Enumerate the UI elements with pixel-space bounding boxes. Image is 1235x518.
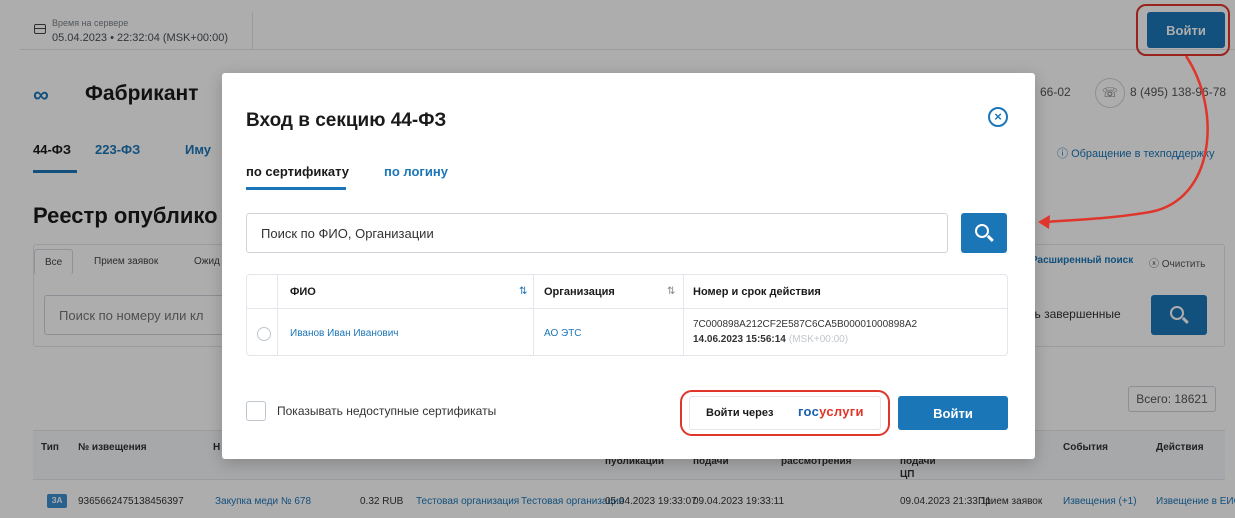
- login-modal: Вход в секцию 44-ФЗ × по сертификату по …: [222, 73, 1035, 459]
- show-unavailable-checkbox[interactable]: [246, 401, 266, 421]
- certificate-expiry: 14.06.2023 15:56:14 (MSK+00:00): [693, 334, 848, 345]
- sort-organization-icon[interactable]: ⇅: [667, 286, 675, 297]
- column-name[interactable]: ФИО: [290, 286, 316, 298]
- certificate-search-button[interactable]: [961, 213, 1007, 253]
- certificate-expiry-date: 14.06.2023 15:56:14: [693, 334, 786, 345]
- certificate-org-link[interactable]: АО ЭТС: [544, 328, 582, 339]
- certificate-number: 7C000898A212CF2E587C6CA5B00001000898A2: [693, 319, 918, 330]
- certificate-expiry-tz: (MSK+00:00): [788, 334, 849, 345]
- gosuslugi-logo-blue: гос: [798, 404, 820, 419]
- certificate-radio[interactable]: [257, 327, 271, 341]
- column-organization[interactable]: Организация: [544, 286, 615, 298]
- certificate-owner-link[interactable]: Иванов Иван Иванович: [290, 328, 399, 339]
- column-divider: [683, 275, 684, 355]
- submit-login-button[interactable]: Войти: [898, 396, 1008, 430]
- certificate-search-input[interactable]: [246, 213, 948, 253]
- gosuslugi-logo: госуслуги: [798, 404, 864, 419]
- gosuslugi-prefix: Войти через: [706, 407, 774, 419]
- tab-by-certificate[interactable]: по сертификату: [246, 164, 349, 179]
- active-modal-tab-underline: [246, 187, 346, 190]
- modal-title: Вход в секцию 44-ФЗ: [246, 110, 447, 131]
- close-icon[interactable]: ×: [988, 107, 1008, 127]
- certificate-table: ФИО ⇅ Организация ⇅ Номер и срок действи…: [246, 274, 1008, 356]
- certificate-table-header: ФИО ⇅ Организация ⇅ Номер и срок действи…: [247, 275, 1007, 309]
- column-divider: [533, 275, 534, 355]
- column-number-validity: Номер и срок действия: [693, 286, 821, 298]
- gosuslugi-logo-red: услуги: [819, 404, 864, 419]
- sort-name-icon[interactable]: ⇅: [519, 286, 527, 297]
- login-gosuslugi-button[interactable]: Войти через госуслуги: [689, 396, 881, 430]
- tab-by-login[interactable]: по логину: [384, 164, 448, 179]
- search-icon: [975, 224, 989, 238]
- show-unavailable-label: Показывать недоступные сертификаты: [277, 404, 497, 418]
- column-divider: [277, 275, 278, 355]
